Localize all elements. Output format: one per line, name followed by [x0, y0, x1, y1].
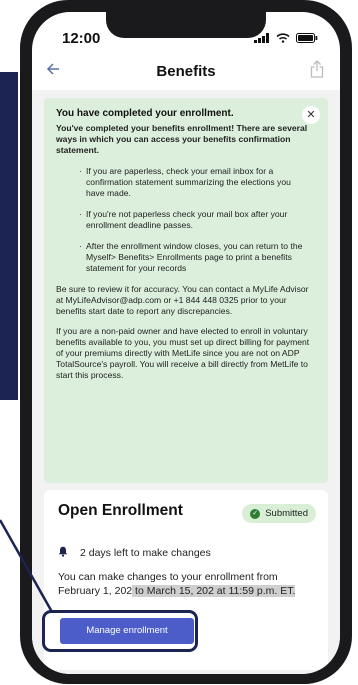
alert-bullet-list: · If you are paperless, check your email … [56, 166, 316, 274]
list-item: · If you are paperless, check your email … [79, 166, 308, 199]
bullet-text: After the enrollment window closes, you … [86, 241, 303, 273]
annotation-panel [0, 72, 18, 400]
page-title: Benefits [156, 63, 216, 80]
wifi-icon [276, 30, 290, 48]
status-time: 12:00 [62, 30, 101, 47]
days-left-text: 2 days left to make changes [80, 547, 211, 559]
bell-icon [58, 546, 68, 560]
bullet-dot: · [79, 209, 82, 219]
open-enrollment-title: Open Enrollment [58, 502, 183, 519]
alert-intro: You've completed your benefits enrollmen… [56, 123, 308, 155]
enrollment-window-text: You can make changes to your enrollment … [58, 570, 320, 598]
page-content: ✕ You have completed your enrollment. Yo… [32, 90, 340, 674]
review-paragraph: Be sure to review it for accuracy. You c… [56, 284, 309, 316]
notch [106, 12, 266, 38]
status-bar: 12:00 [32, 12, 340, 56]
days-left-row: 2 days left to make changes [58, 546, 211, 560]
non-paid-owner-paragraph: If you are a non-paid owner and have ele… [56, 326, 310, 380]
bullet-dot: · [79, 241, 82, 251]
redacted-year-1: to March 15, 202 [132, 585, 214, 597]
signal-icon [254, 30, 270, 48]
bullet-text: If you are paperless, check your email i… [86, 166, 291, 198]
share-icon[interactable] [310, 60, 324, 83]
bullet-text: If you're not paperless check your mail … [86, 209, 288, 230]
alert-title: You have completed your enrollment. [56, 108, 234, 119]
check-circle-icon: ✓ [250, 508, 261, 519]
status-badge: ✓ Submitted [242, 504, 316, 523]
system-icons [254, 30, 318, 48]
redacted-year-2: at 11:59 p.m. ET. [213, 585, 296, 597]
phone-screen: 12:00 Benefits ✕ You have completed your… [32, 12, 340, 674]
page-header: Benefits [32, 60, 340, 86]
enrollment-complete-alert: ✕ You have completed your enrollment. Yo… [44, 98, 328, 483]
battery-icon [296, 30, 318, 48]
list-item: · After the enrollment window closes, you… [79, 241, 308, 274]
bullet-dot: · [79, 166, 82, 176]
list-item: · If you're not paperless check your mail… [79, 209, 308, 231]
close-icon[interactable]: ✕ [302, 106, 320, 124]
button-highlight-ring [42, 610, 198, 652]
status-badge-label: Submitted [265, 508, 308, 519]
